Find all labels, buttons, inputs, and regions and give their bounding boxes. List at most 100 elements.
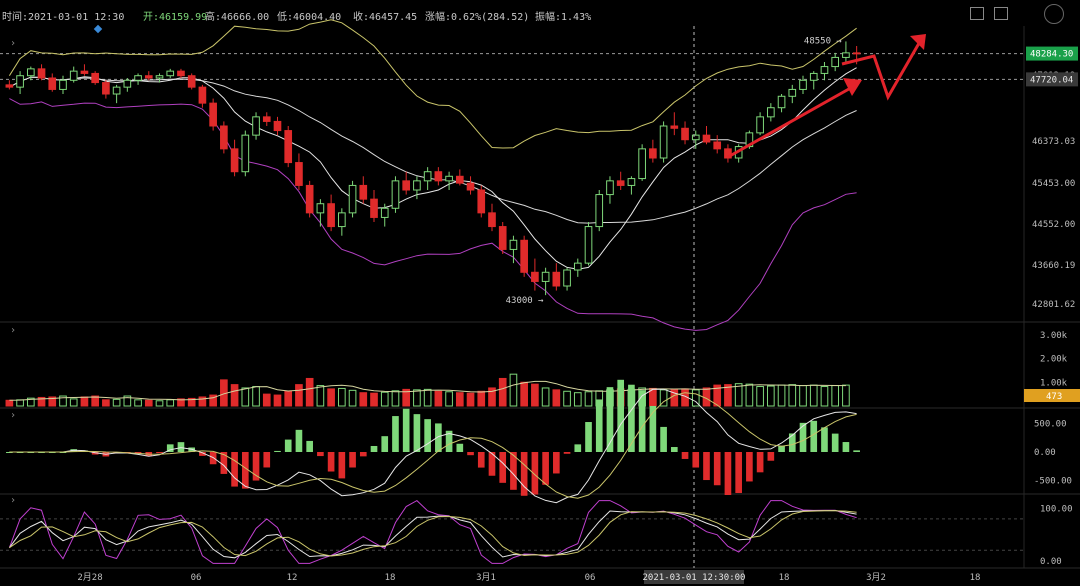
candle-body <box>370 198 378 218</box>
volume-bar <box>80 396 89 407</box>
macd-histogram-bar <box>810 420 818 452</box>
macd-histogram-bar <box>542 452 549 485</box>
macd-histogram-bar <box>585 422 592 452</box>
candle-body <box>799 79 807 90</box>
current-price-tag: 48284.30 <box>1030 50 1073 60</box>
candle-body <box>498 226 507 250</box>
candle-body <box>777 95 786 109</box>
volume-bar <box>777 384 786 407</box>
volume-bar <box>284 390 293 407</box>
x-tick-label: 18 <box>779 573 790 583</box>
volume-bar <box>338 387 346 407</box>
macd-histogram-bar <box>692 452 700 468</box>
volume-bar <box>5 399 14 407</box>
candle-body <box>48 77 57 90</box>
macd-histogram-bar <box>359 452 367 457</box>
candle-body <box>606 180 614 196</box>
candle-body <box>220 125 228 150</box>
low-annotation: 43000 → <box>506 296 545 306</box>
candle-body <box>713 141 722 150</box>
candle-body <box>423 171 432 182</box>
price-y-tick-label: 46373.03 <box>1032 137 1075 147</box>
macd-histogram-bar <box>274 450 281 452</box>
candle-body <box>209 102 217 127</box>
candle-body <box>455 175 464 184</box>
macd-histogram-bar <box>724 452 732 496</box>
volume-bar <box>413 389 421 407</box>
volume-bar <box>241 387 250 407</box>
candle-body <box>230 148 239 173</box>
candle-body <box>91 72 99 84</box>
candle-body <box>241 134 250 173</box>
candle-body <box>144 75 153 79</box>
volume-bar <box>584 391 593 407</box>
volume-bar <box>820 386 829 407</box>
volume-tag: 473 <box>1046 392 1062 402</box>
macd-y-tick-label: 0.00 <box>1034 448 1056 458</box>
candle-body <box>26 68 35 77</box>
candle-body <box>284 130 293 164</box>
candle-body <box>37 68 46 79</box>
macd-histogram-bar <box>553 452 560 474</box>
candle-body <box>445 175 453 182</box>
candle-body <box>670 125 679 129</box>
macd-histogram-bar <box>713 452 721 486</box>
volume-bar <box>831 385 840 407</box>
volume-bar <box>391 390 400 407</box>
volume-y-tick-label: 2.00k <box>1040 355 1068 365</box>
macd-histogram-bar <box>660 426 667 452</box>
volume-bar <box>144 399 153 407</box>
kline-chart[interactable]: 47812.1946373.0345453.0044552.0043660.19… <box>0 0 1080 586</box>
kdj-y-tick-label: 0.00 <box>1040 557 1062 567</box>
candle-body <box>541 271 550 282</box>
macd-histogram-bar <box>177 442 185 452</box>
volume-bar <box>359 392 368 407</box>
ma-line <box>9 67 857 270</box>
macd-histogram-bar <box>156 452 163 454</box>
candle-body <box>638 148 646 180</box>
volume-bar <box>745 383 754 407</box>
macd-histogram-bar <box>499 452 507 483</box>
macd-histogram-bar <box>392 416 399 452</box>
volume-bar <box>498 377 507 407</box>
macd-histogram-bar <box>842 442 850 452</box>
volume-bar <box>563 390 571 407</box>
volume-bar <box>305 377 314 407</box>
volume-bar <box>69 398 78 407</box>
candle-body <box>198 86 207 104</box>
x-tick-label: 12 <box>287 573 298 583</box>
candle-body <box>187 75 196 88</box>
macd-histogram-bar <box>821 427 828 452</box>
candle-body <box>809 72 818 81</box>
candle-body <box>166 70 175 77</box>
macd-histogram-bar <box>617 379 625 452</box>
boll-upper-line <box>8 19 857 149</box>
macd-histogram-bar <box>756 452 764 473</box>
candle-body <box>681 127 689 141</box>
volume-bar <box>734 383 743 407</box>
candle-body <box>305 184 314 214</box>
candle-body <box>767 107 775 118</box>
x-tick-label: 3月1 <box>476 572 496 583</box>
candle-body <box>820 66 829 74</box>
candle-body <box>788 88 797 97</box>
candle-body <box>348 184 357 214</box>
candle-body <box>80 70 89 74</box>
candle-body <box>756 116 764 134</box>
candle-body <box>691 134 700 141</box>
candle-body <box>112 86 121 95</box>
volume-bar <box>423 388 432 407</box>
macd-histogram-bar <box>477 452 485 468</box>
volume-bar <box>230 384 239 407</box>
candle-body <box>16 75 24 88</box>
macd-histogram-bar <box>370 445 378 452</box>
price-y-tick-label: 42801.62 <box>1032 300 1075 310</box>
candle-body <box>573 262 582 271</box>
macd-histogram-bar <box>853 450 860 452</box>
candle-body <box>316 203 325 214</box>
candle-body <box>380 207 389 218</box>
candle-body <box>59 79 67 90</box>
macd-histogram-bar <box>402 408 410 452</box>
candle-body <box>262 116 271 122</box>
macd-histogram-bar <box>263 452 271 468</box>
